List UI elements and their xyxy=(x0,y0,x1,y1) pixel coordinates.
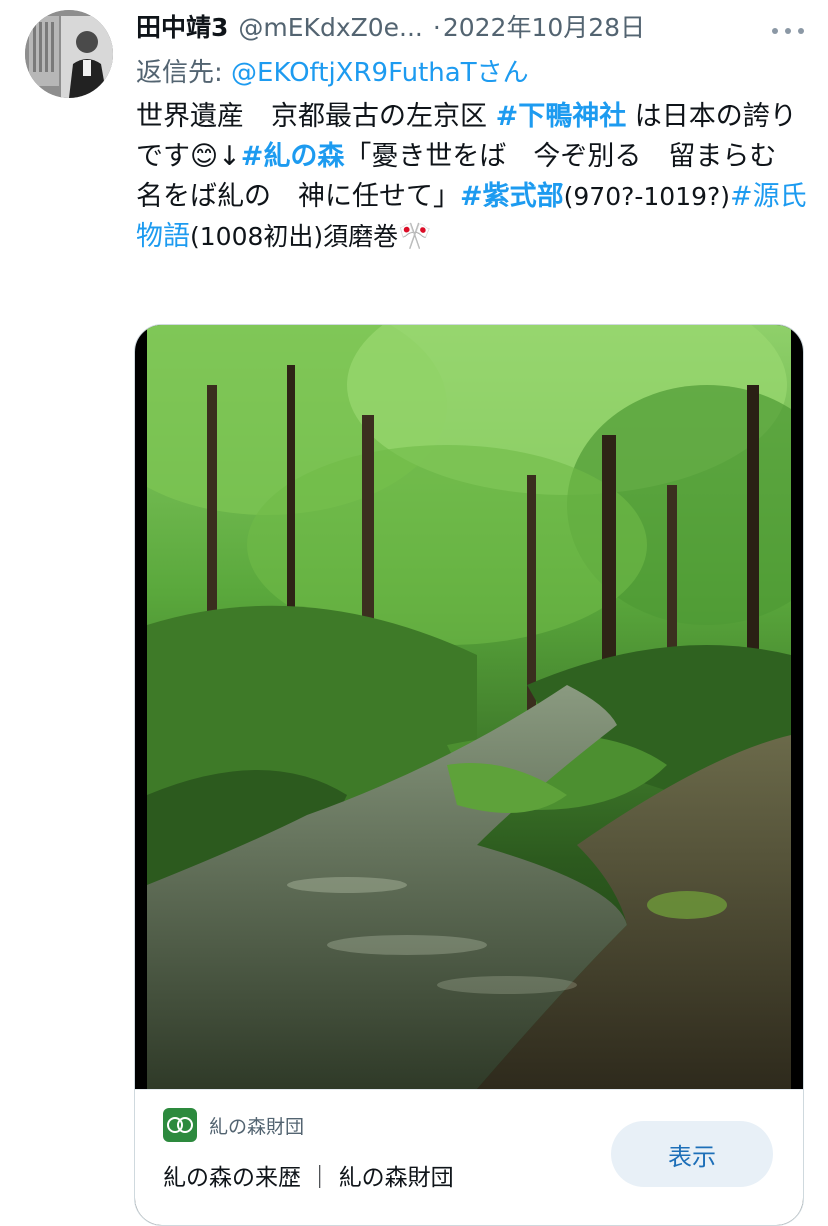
hashtag-shimogamo[interactable]: #下鴨神社 xyxy=(496,101,627,132)
forest-stream-image[interactable] xyxy=(147,325,791,1089)
crossed-flags-emoji-icon: 🎌 xyxy=(398,221,432,252)
card-footer[interactable]: 糺の森財団 糺の森の来歴 ｜ 糺の森財団 表示 xyxy=(135,1089,803,1225)
show-button[interactable]: 表示 xyxy=(611,1121,773,1187)
separator-dot: · xyxy=(432,13,441,42)
smile-emoji-icon: 😊 xyxy=(190,141,219,172)
card-title[interactable]: 糺の森の来歴 ｜ 糺の森財団 xyxy=(163,1158,454,1192)
text-segment: ↓ xyxy=(218,141,241,172)
avatar-image xyxy=(25,10,113,98)
reply-to-label: 返信先: xyxy=(136,58,232,88)
reply-to-link[interactable]: @EKOftjXR9FuthaTさん xyxy=(231,58,529,88)
text-segment: (1008初出)須磨巻 xyxy=(190,222,399,251)
hashtag-tadasu-no-mori[interactable]: #糺の森 xyxy=(241,141,345,172)
text-segment: 世界遺産 京都最古の左京区 xyxy=(136,101,496,132)
tweet-text: 世界遺産 京都最古の左京区 #下鴨神社 は日本の誇りです😊↓#糺の森「憂き世をば… xyxy=(136,97,808,257)
tweet-header: 田中靖3 @mEKdxZ0e... · 2022年10月28日 xyxy=(136,8,776,48)
card-site-name: 糺の森財団 xyxy=(209,1116,305,1138)
link-card[interactable]: 糺の森財団 糺の森の来歴 ｜ 糺の森財団 表示 xyxy=(134,324,804,1226)
reply-to-line: 返信先: @EKOftjXR9FuthaTさん xyxy=(136,52,529,89)
text-segment: (970?-1019?) xyxy=(563,182,731,211)
avatar[interactable] xyxy=(25,10,113,98)
tadasu-no-mori-logo-icon xyxy=(163,1108,197,1142)
more-options-icon[interactable] xyxy=(770,14,806,46)
hashtag-murasaki-shikibu[interactable]: #紫式部 xyxy=(460,181,564,212)
author-name[interactable]: 田中靖3 xyxy=(136,8,228,44)
tweet-date[interactable]: 2022年10月28日 xyxy=(443,8,645,44)
author-handle[interactable]: @mEKdxZ0e... xyxy=(238,13,422,42)
